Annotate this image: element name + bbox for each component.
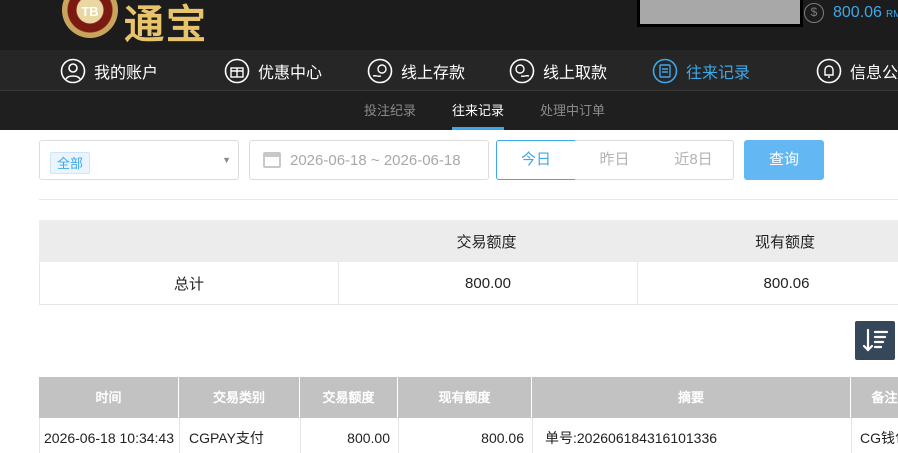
nav-online-deposit[interactable]: 线上存款 <box>367 50 465 91</box>
cell-trade-amount: 800.00 <box>301 418 399 453</box>
nav-label: 往来记录 <box>686 64 751 82</box>
logo-badge-text: TB <box>81 4 99 19</box>
logo-text[interactable]: 通宝 <box>124 0 208 50</box>
header-time: 时间 <box>39 377 179 418</box>
date-range-value: 2026-06-18 ~ 2026-06-18 <box>290 152 461 169</box>
user-icon <box>60 58 86 83</box>
nav-records[interactable]: 往来记录 <box>652 50 750 91</box>
summary-header-current: 现有额度 <box>754 233 815 251</box>
nav-label: 我的账户 <box>94 64 159 82</box>
top-header: TB 通宝 $ 800.06RMB <box>0 0 898 50</box>
summary-total-row: 总计 800.00 800.06 <box>39 262 898 305</box>
header-summary: 摘要 <box>532 377 851 418</box>
nav-online-withdraw[interactable]: 线上取款 <box>509 50 607 91</box>
quick-today-button[interactable]: 今日 <box>496 140 576 180</box>
cell-type: CGPAY支付 <box>180 418 301 453</box>
main-nav: 我的账户 优惠中心 线上存款 线上取款 往来记录 信息公 <box>0 50 898 91</box>
summary-header-row: 交易额度 现有额度 <box>39 220 898 262</box>
nav-label: 线上取款 <box>543 64 608 82</box>
nav-messages[interactable]: 信息公 <box>816 50 898 91</box>
deposit-icon <box>367 58 393 83</box>
username-redacted <box>637 0 803 27</box>
summary-total-label: 总计 <box>173 275 204 293</box>
records-icon <box>652 58 678 83</box>
sub-nav: 投注纪录 往来记录 处理中订单 <box>0 91 898 130</box>
balance-currency: RMB <box>885 9 898 20</box>
table-row: 2026-06-18 10:34:43 CGPAY支付 800.00 800.0… <box>39 418 898 453</box>
cell-current-amount: 800.06 <box>399 418 533 453</box>
gift-icon <box>224 58 250 83</box>
nav-promotions[interactable]: 优惠中心 <box>224 50 322 91</box>
selected-type-tag: 全部 <box>50 152 91 174</box>
tab-transaction-records[interactable]: 往来记录 <box>452 91 505 130</box>
transaction-type-select[interactable]: 全部 ▼ <box>39 140 239 180</box>
summary-current-amount: 800.06 <box>637 262 898 304</box>
query-button[interactable]: 查询 <box>744 140 824 180</box>
summary-header-trade: 交易额度 <box>456 233 517 251</box>
logo-badge[interactable]: TB <box>62 0 118 38</box>
cell-summary: 单号:202606184316101336 <box>533 418 852 453</box>
bell-icon <box>816 58 842 83</box>
dollar-coin-icon: $ <box>804 3 824 23</box>
cell-time: 2026-06-18 10:34:43 <box>40 418 180 453</box>
sort-button[interactable] <box>855 321 895 360</box>
withdraw-icon <box>509 58 535 83</box>
quick-yesterday-button[interactable]: 昨日 <box>575 140 655 180</box>
records-header-row: 时间 交易类别 交易额度 现有额度 摘要 备注 <box>39 377 898 418</box>
header-type: 交易类别 <box>179 377 300 418</box>
calendar-icon <box>263 152 281 168</box>
nav-my-account[interactable]: 我的账户 <box>60 50 158 91</box>
sort-descending-icon <box>862 328 889 352</box>
nav-label: 优惠中心 <box>258 64 323 82</box>
quick-last8days-button[interactable]: 近8日 <box>654 140 734 180</box>
date-range-picker[interactable]: 2026-06-18 ~ 2026-06-18 <box>249 140 489 180</box>
tab-pending-orders[interactable]: 处理中订单 <box>540 91 605 130</box>
header-trade-amount: 交易额度 <box>300 377 398 418</box>
tab-bet-records[interactable]: 投注纪录 <box>364 91 416 130</box>
cell-remark: CG钱包 <box>852 418 898 453</box>
divider <box>39 199 898 200</box>
nav-label: 信息公 <box>850 64 898 82</box>
balance-value: 800.06 <box>833 4 882 21</box>
header-remark: 备注 <box>851 377 898 418</box>
nav-label: 线上存款 <box>401 64 466 82</box>
summary-trade-amount: 800.00 <box>338 262 637 304</box>
account-balance: 800.06RMB <box>833 4 898 22</box>
summary-header-blank <box>39 220 337 262</box>
header-current-amount: 现有额度 <box>398 377 532 418</box>
chevron-down-icon: ▼ <box>222 155 231 165</box>
